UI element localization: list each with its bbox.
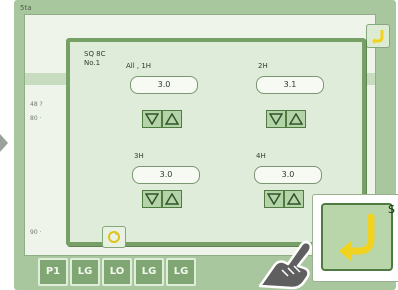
screen-top-label: 5ta: [20, 4, 32, 12]
return-button-top[interactable]: [366, 24, 390, 48]
increment-button-4[interactable]: [284, 190, 304, 208]
group-label-2: 2H: [258, 62, 268, 70]
up-arrow-icon: [165, 193, 179, 205]
up-arrow-icon: [165, 113, 179, 125]
decrement-button-2[interactable]: [266, 110, 286, 128]
down-arrow-icon: [269, 113, 283, 125]
down-arrow-icon: [267, 193, 281, 205]
up-arrow-icon: [287, 193, 301, 205]
group-label-1: All , 1H: [126, 62, 152, 70]
dialog-title: SQ 8C No.1: [84, 50, 106, 68]
return-arrow-icon: [372, 30, 384, 44]
tab-3[interactable]: LO: [102, 258, 132, 286]
tab-5[interactable]: LG: [166, 258, 196, 286]
up-arrow-icon: [289, 113, 303, 125]
s-button-label: S: [388, 203, 395, 216]
value-field-3[interactable]: 3.0: [132, 166, 200, 184]
background-row: 48 ?: [30, 101, 43, 108]
pointing-hand-icon: [258, 240, 313, 290]
decrement-button-1[interactable]: [142, 110, 162, 128]
dialog-return-button[interactable]: [102, 226, 126, 248]
background-row: 80 ·: [30, 115, 42, 122]
dialog-title-line2: No.1: [84, 59, 101, 67]
down-arrow-icon: [145, 193, 159, 205]
tab-2[interactable]: LG: [70, 258, 100, 286]
value-field-2[interactable]: 3.1: [256, 76, 324, 94]
background-row: 90 ·: [30, 229, 42, 236]
increment-button-3[interactable]: [162, 190, 182, 208]
group-label-3: 3H: [134, 152, 144, 160]
value-field-1[interactable]: 3.0: [130, 76, 198, 94]
tab-p1[interactable]: P1: [38, 258, 68, 286]
device-screen: 5ta 48 ? 80 · 90 · P1 LG LO LG LG SQ 8C …: [14, 0, 398, 290]
return-arrow-icon: [339, 213, 375, 261]
down-arrow-icon: [145, 113, 159, 125]
decrement-button-4[interactable]: [264, 190, 284, 208]
value-field-4[interactable]: 3.0: [254, 166, 322, 184]
group-label-4: 4H: [256, 152, 266, 160]
tab-4[interactable]: LG: [134, 258, 164, 286]
step-arrow-icon: [0, 134, 8, 152]
return-arrow-icon: [108, 231, 120, 243]
dialog-title-line1: SQ 8C: [84, 50, 106, 58]
increment-button-1[interactable]: [162, 110, 182, 128]
increment-button-2[interactable]: [286, 110, 306, 128]
decrement-button-3[interactable]: [142, 190, 162, 208]
